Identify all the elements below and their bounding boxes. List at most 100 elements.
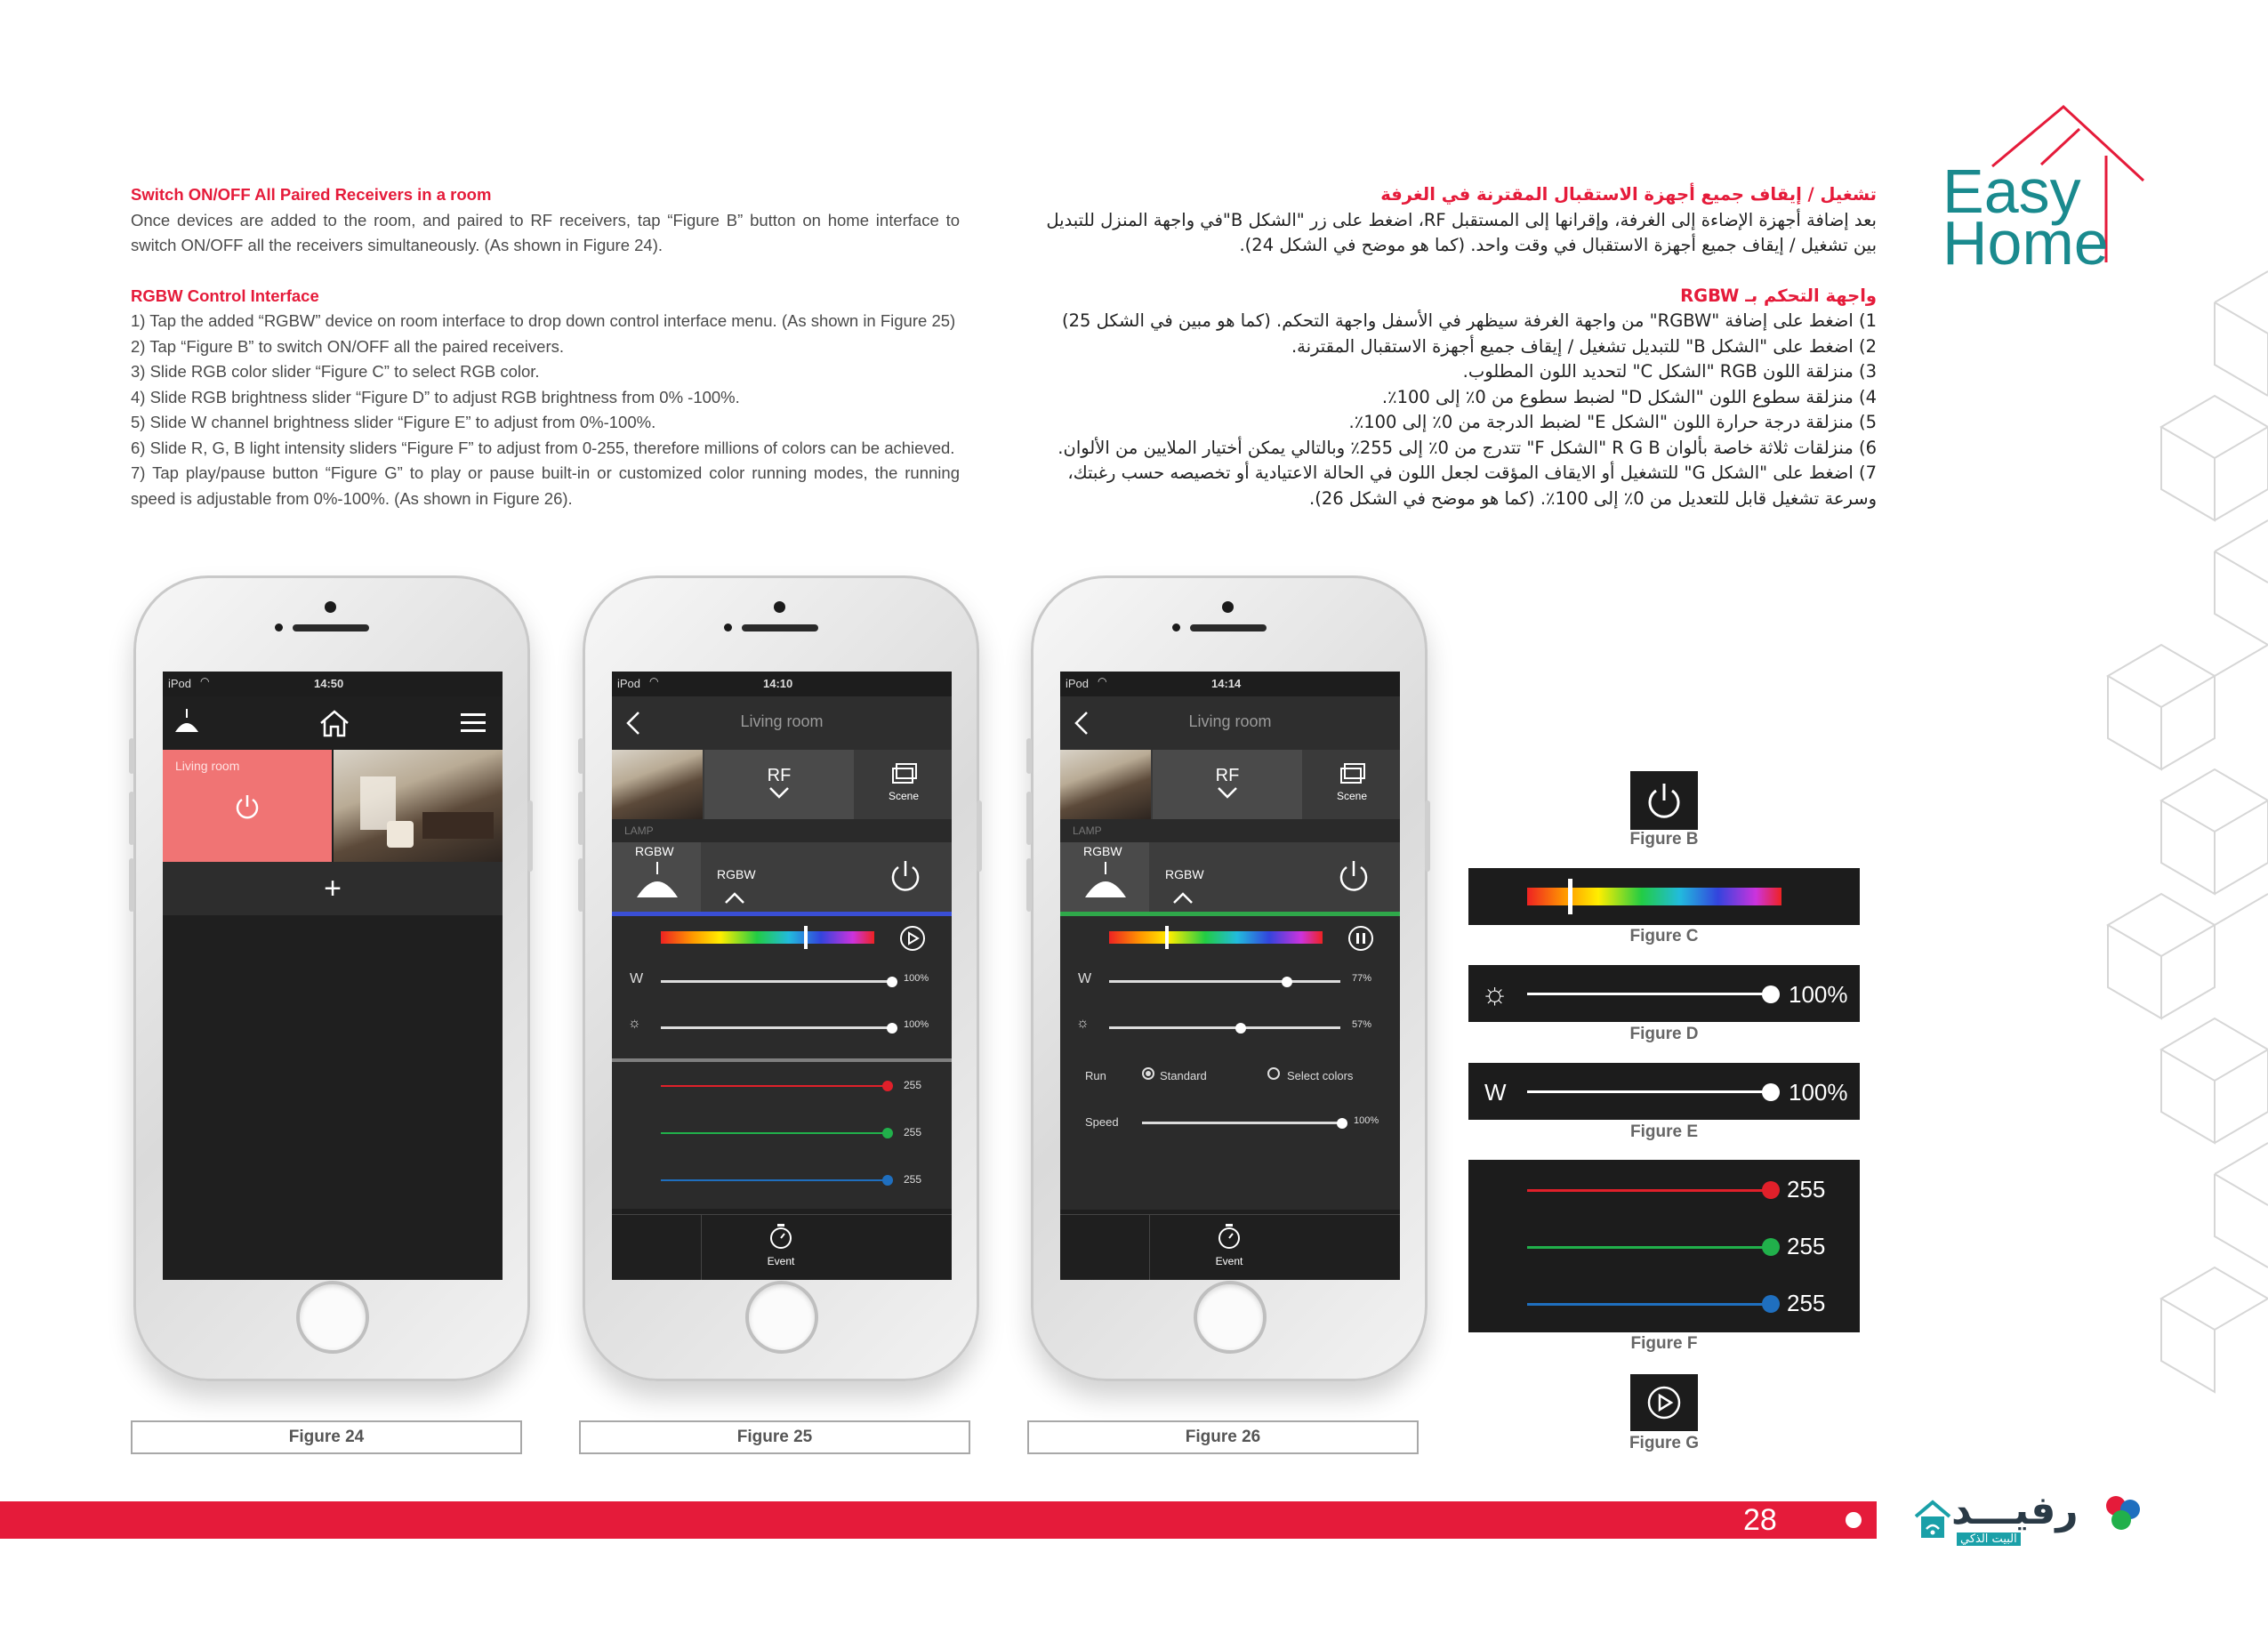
- tab-scene-label: Scene: [1336, 790, 1368, 802]
- power-icon[interactable]: [1336, 858, 1371, 894]
- add-room-button[interactable]: +: [163, 862, 503, 915]
- figure-g-play-button: [1630, 1374, 1698, 1431]
- stopwatch-icon: [770, 1224, 792, 1249]
- footer-bar: 28: [0, 1501, 1877, 1539]
- cube-pattern-graphic: [2106, 270, 2268, 1394]
- room-tile-living-room[interactable]: Living room: [163, 750, 332, 862]
- figure-e-label: Figure E: [1629, 1122, 1698, 1141]
- speed-slider[interactable]: [1142, 1117, 1347, 1129]
- w-channel-label: W: [630, 971, 644, 986]
- tab-rf-label: RF: [1215, 766, 1240, 785]
- home-button: [745, 1281, 818, 1354]
- rgbw-controls: W 77% ☼ 57% Run Standard Select colors S…: [1060, 916, 1400, 1210]
- pause-icon[interactable]: [1347, 925, 1374, 952]
- speed-value: 100%: [1354, 1115, 1379, 1126]
- green-slider[interactable]: [661, 1132, 888, 1134]
- chevron-up-icon[interactable]: [1172, 892, 1194, 905]
- chevron-up-icon[interactable]: [724, 892, 745, 905]
- run-option-select-colors[interactable]: [1267, 1067, 1280, 1080]
- slider-knob[interactable]: [887, 1022, 897, 1034]
- figure-d-track: [1527, 985, 1780, 1003]
- phone-figure-24: iPod ◠ 14:50 Living room +: [129, 575, 533, 1381]
- brightness-icon: ☼: [1076, 1016, 1090, 1031]
- figure-g-label: Figure G: [1629, 1434, 1700, 1452]
- tab-rf[interactable]: RF: [1153, 750, 1302, 819]
- phone-figure-26: iPod ◠ 14:14 Living room RF Scene LAMP R…: [1026, 575, 1430, 1381]
- slider-knob[interactable]: [1337, 1117, 1347, 1129]
- slider-knob[interactable]: [887, 976, 897, 987]
- front-camera: [325, 601, 336, 613]
- tab-rf[interactable]: RF: [704, 750, 854, 819]
- tab-rf-label: RF: [767, 766, 792, 785]
- figure-d-label: Figure D: [1629, 1025, 1699, 1043]
- rgbw-device-row[interactable]: RGBW RGBW: [612, 842, 952, 912]
- w-value: 100%: [904, 973, 929, 984]
- menu-icon[interactable]: [461, 712, 486, 734]
- color-slider-handle[interactable]: [804, 926, 808, 949]
- device-tab-label: RGBW: [717, 867, 756, 881]
- red-slider[interactable]: [661, 1085, 888, 1087]
- brightness-slider[interactable]: [1109, 1022, 1340, 1034]
- figure-f-label: Figure F: [1630, 1334, 1698, 1353]
- rgb-color-slider[interactable]: [661, 926, 874, 949]
- event-button[interactable]: Event: [745, 1222, 816, 1267]
- red-value: 255: [904, 1079, 922, 1091]
- run-label: Run: [1085, 1069, 1106, 1082]
- front-camera: [774, 601, 785, 613]
- rgb-color-slider[interactable]: [1109, 926, 1323, 949]
- figure-f-red-track: [1527, 1189, 1771, 1192]
- w-channel-label: W: [1078, 971, 1092, 986]
- run-option-standard[interactable]: [1142, 1067, 1154, 1080]
- tab-scene[interactable]: Scene: [856, 750, 952, 819]
- home-button: [296, 1281, 369, 1354]
- slider-knob[interactable]: [1762, 1082, 1780, 1101]
- room-tabs: RF Scene: [612, 750, 952, 819]
- play-icon[interactable]: [899, 925, 926, 952]
- event-label: Event: [1215, 1255, 1243, 1267]
- step-item: 4) Slide RGB brightness slider “Figure D…: [131, 387, 740, 406]
- caption-figure-26: Figure 26: [1027, 1420, 1419, 1454]
- slider-knob[interactable]: [1235, 1022, 1247, 1034]
- figure-e-symbol: W: [1484, 1079, 1507, 1106]
- home-icon[interactable]: [318, 709, 350, 737]
- w-slider[interactable]: [1109, 976, 1340, 987]
- brightness-icon: ☼: [628, 1016, 641, 1031]
- run-option-select-colors-label: Select colors: [1287, 1069, 1354, 1082]
- phone-screen: iPod ◠ 14:10 Living room RF Scene LAMP R…: [612, 672, 952, 1280]
- device-label: RGBW: [1083, 844, 1122, 858]
- w-slider[interactable]: [661, 976, 897, 987]
- scene-icon: [1340, 763, 1365, 784]
- color-slider-handle[interactable]: [1164, 926, 1169, 949]
- blue-slider[interactable]: [661, 1179, 888, 1181]
- lamp-icon[interactable]: [173, 709, 200, 734]
- nav-title: Living room: [1188, 712, 1272, 730]
- tab-scene[interactable]: Scene: [1304, 750, 1400, 819]
- smart-home-wifi-icon: [1914, 1500, 1951, 1538]
- brightness-value: 57%: [1352, 1019, 1372, 1030]
- wifi-icon: ◠: [649, 675, 659, 688]
- decorative-cube-pattern: [2072, 267, 2268, 1423]
- room-thumbnail[interactable]: [1060, 750, 1151, 819]
- brightness-slider[interactable]: [661, 1022, 897, 1034]
- chevron-down-icon: [1218, 787, 1237, 799]
- slider-knob[interactable]: [1282, 976, 1293, 987]
- room-navbar: Living room: [612, 696, 952, 750]
- earpiece: [1190, 624, 1267, 631]
- nav-title: Living room: [740, 712, 824, 730]
- page-number: 28: [1743, 1503, 1777, 1537]
- figure-f-green-track: [1527, 1246, 1771, 1249]
- earpiece: [293, 624, 369, 631]
- caption-figure-25: Figure 25: [579, 1420, 970, 1454]
- figure-d-brightness-slider: ☼ 100%: [1468, 965, 1860, 1022]
- power-icon[interactable]: [233, 792, 261, 821]
- event-button[interactable]: Event: [1194, 1222, 1265, 1267]
- rgbw-device-row[interactable]: RGBW RGBW: [1060, 842, 1400, 912]
- figure-b-power-button: [1630, 771, 1698, 830]
- power-icon: [1648, 784, 1680, 818]
- figure-f-red-value: 255: [1787, 1176, 1826, 1203]
- brand-name-ar: رفيـــد: [1951, 1488, 2079, 1533]
- power-icon[interactable]: [888, 858, 923, 894]
- room-thumbnail[interactable]: [612, 750, 703, 819]
- slider-knob[interactable]: [1762, 985, 1780, 1003]
- status-carrier: iPod: [168, 677, 192, 690]
